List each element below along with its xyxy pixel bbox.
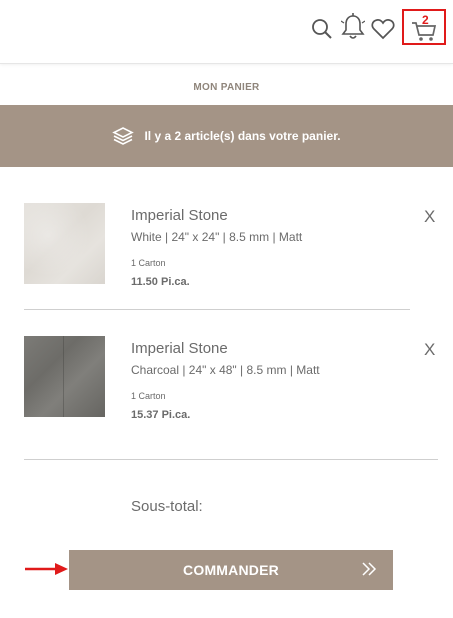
wishlist-button[interactable] [370, 16, 396, 42]
notifications-button[interactable] [340, 13, 366, 40]
product-quantity: 1 Carton [131, 391, 166, 401]
product-area: 11.50 Pi.ca. [131, 276, 190, 288]
product-thumbnail[interactable] [24, 203, 105, 284]
subtotal-label: Sous-total: [131, 498, 203, 515]
product-quantity: 1 Carton [131, 258, 166, 268]
remove-item-button[interactable]: X [424, 340, 435, 360]
arrow-pointer-icon [25, 563, 68, 575]
item-divider [24, 309, 410, 310]
heart-icon [371, 19, 395, 40]
cart-item: Imperial Stone White | 24" x 24" | 8.5 m… [24, 203, 440, 303]
product-thumbnail[interactable] [24, 336, 105, 417]
bell-icon [341, 13, 365, 39]
product-name[interactable]: Imperial Stone [131, 207, 228, 224]
summary-divider [24, 459, 438, 460]
search-button[interactable] [309, 16, 335, 42]
product-name[interactable]: Imperial Stone [131, 340, 228, 357]
cart-button[interactable]: 2 [402, 9, 446, 45]
cart-count-badge: 2 [422, 13, 429, 27]
cart-item: Imperial Stone Charcoal | 24" x 48" | 8.… [24, 336, 440, 436]
layers-icon [112, 127, 135, 145]
product-area: 15.37 Pi.ca. [131, 409, 191, 421]
remove-item-button[interactable]: X [424, 207, 435, 227]
site-header: 2 [0, 0, 453, 64]
cart-info-banner: Il y a 2 article(s) dans votre panier. [0, 105, 453, 167]
product-spec: White | 24" x 24" | 8.5 mm | Matt [131, 230, 303, 244]
checkout-button[interactable]: COMMANDER [69, 550, 393, 590]
search-icon [312, 19, 332, 39]
product-spec: Charcoal | 24" x 48" | 8.5 mm | Matt [131, 363, 320, 377]
panel-title: MON PANIER [193, 82, 260, 93]
cart-count-message: Il y a 2 article(s) dans votre panier. [144, 129, 341, 143]
checkout-label: COMMANDER [183, 562, 279, 578]
double-chevron-right-icon [362, 562, 377, 576]
